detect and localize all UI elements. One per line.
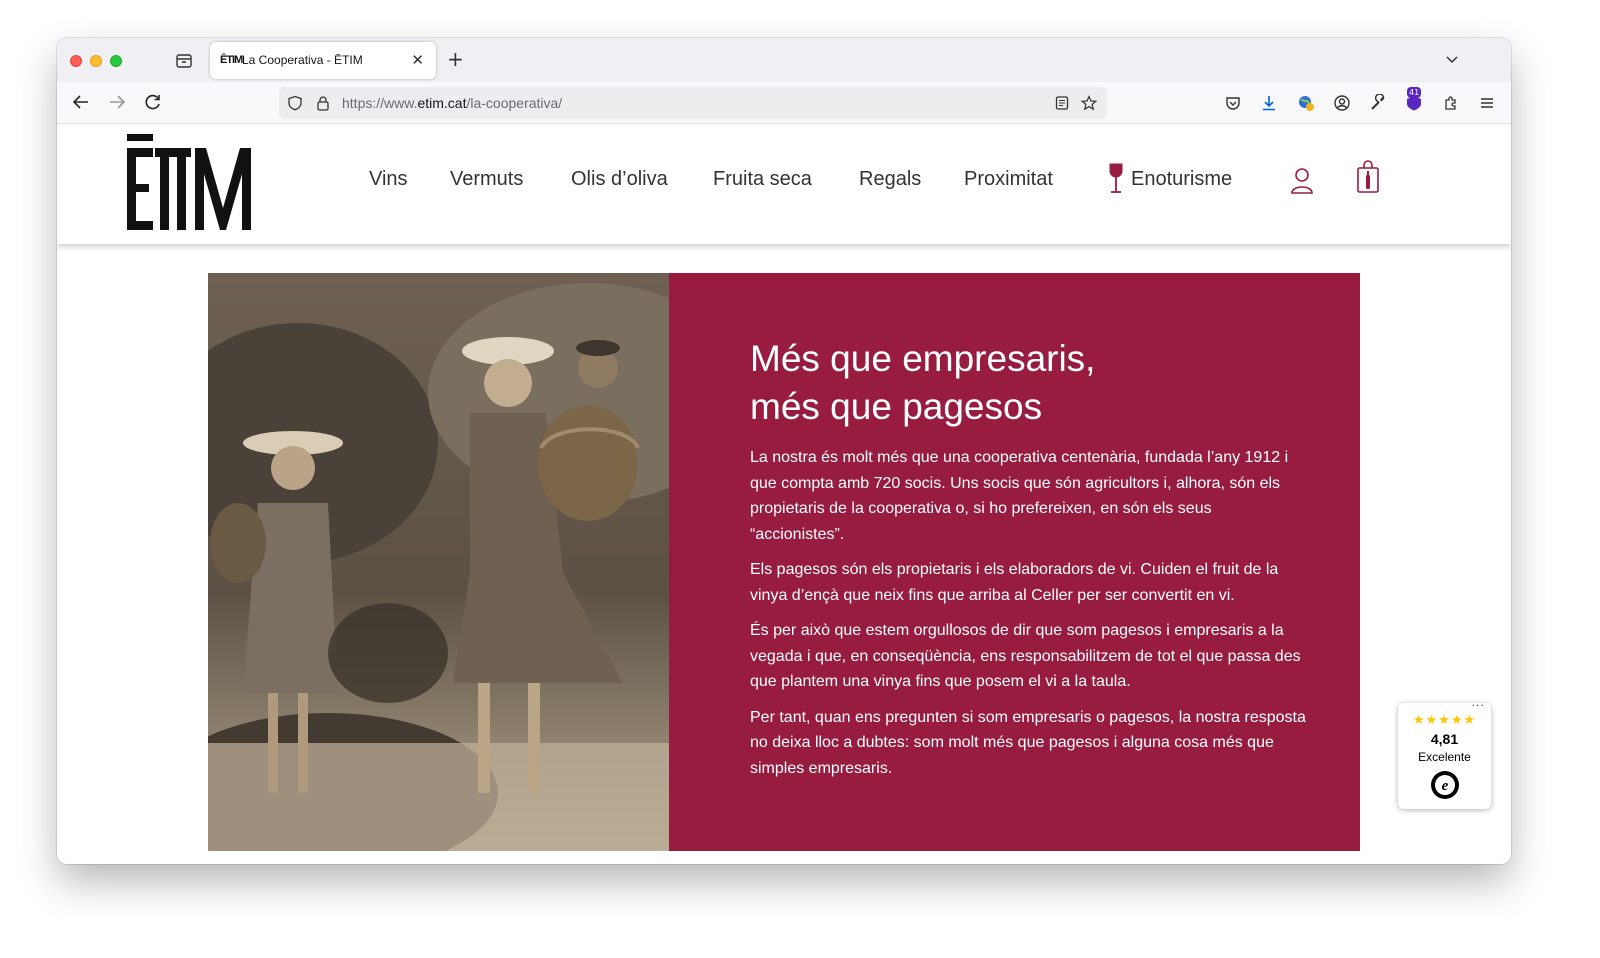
menu-item-fruita-seca[interactable]: Fruita seca: [713, 168, 812, 191]
trusted-shops-logo-icon: e: [1431, 771, 1459, 799]
menu-item-olis[interactable]: Olis d’oliva: [571, 168, 668, 191]
trusted-shops-badge[interactable]: ··· ★★★★★ 4,81 Excelente e: [1398, 699, 1491, 809]
hero-section: Més que empresaris, més que pagesos La n…: [208, 273, 1360, 851]
panel-title-line-2: més que pagesos: [750, 386, 1043, 427]
panel-title-line-1: Més que empresaris,: [750, 338, 1096, 379]
paragraph-1: La nostra és molt més que una cooperativ…: [750, 449, 1289, 543]
menu-item-regals[interactable]: Regals: [859, 168, 921, 191]
reload-icon[interactable]: [143, 92, 163, 112]
extension-globe-icon[interactable]: [1297, 94, 1315, 112]
cooperativa-panel: Més que empresaris, més que pagesos La n…: [669, 273, 1360, 851]
new-tab-button[interactable]: +: [447, 47, 464, 71]
paragraph-2: Els pagesos són els propietaris i els el…: [750, 561, 1279, 604]
tab-strip: ĒTIM La Cooperativa - ĒTIM ✕ +: [57, 38, 1511, 82]
pocket-icon[interactable]: [1224, 94, 1242, 112]
lock-icon[interactable]: [315, 95, 331, 111]
shopping-bag-icon[interactable]: [1356, 160, 1380, 194]
tab-title: La Cooperativa - ĒTIM: [242, 53, 363, 67]
url-bar[interactable]: https://www.etim.cat/la-cooperativa/: [279, 87, 1107, 119]
nav-toolbar: https://www.etim.cat/la-cooperativa/ 41: [57, 82, 1511, 124]
close-window-button[interactable]: [70, 55, 82, 67]
menu-item-enoturisme[interactable]: Enoturisme: [1131, 168, 1232, 191]
account-icon[interactable]: [1333, 94, 1351, 112]
maximize-window-button[interactable]: [110, 55, 122, 67]
bookmark-star-icon[interactable]: [1081, 95, 1097, 111]
browser-window: ĒTIM La Cooperativa - ĒTIM ✕ + https://w…: [57, 38, 1511, 864]
trust-menu-dots-icon[interactable]: ···: [1472, 699, 1486, 712]
forward-arrow-icon[interactable]: [107, 92, 127, 112]
back-arrow-icon[interactable]: [71, 92, 91, 112]
extensions-puzzle-icon[interactable]: [1442, 94, 1460, 112]
user-account-icon[interactable]: [1290, 167, 1314, 195]
tab-la-cooperativa[interactable]: ĒTIM La Cooperativa - ĒTIM ✕: [210, 42, 436, 79]
menu-item-proximitat[interactable]: Proximitat: [964, 168, 1053, 191]
tab-manager-icon[interactable]: [174, 51, 194, 71]
download-icon[interactable]: [1260, 94, 1278, 112]
menu-hamburger-icon[interactable]: [1478, 94, 1496, 112]
extension-badge: 41: [1407, 87, 1422, 98]
minimize-window-button[interactable]: [90, 55, 102, 67]
shield-icon[interactable]: [287, 95, 303, 111]
rating-stars-icon: ★★★★★: [1412, 713, 1477, 728]
web-page: Vins Vermuts Olis d’oliva Fruita seca Re…: [57, 124, 1511, 864]
url-text[interactable]: https://www.etim.cat/la-cooperativa/: [342, 95, 562, 111]
panel-title: Més que empresaris, més que pagesos: [750, 335, 1310, 431]
reader-view-icon[interactable]: [1054, 95, 1070, 111]
wine-glass-icon: [1109, 163, 1123, 193]
wrench-icon[interactable]: [1369, 94, 1387, 112]
menu-item-vins[interactable]: Vins: [369, 168, 408, 191]
etim-logo[interactable]: [127, 134, 251, 230]
paragraph-4: Per tant, quan ens pregunten si som empr…: [750, 708, 1306, 777]
vintage-harvest-photo: [208, 273, 669, 851]
tab-close-icon[interactable]: ✕: [411, 51, 424, 69]
rating-label: Excelente: [1418, 750, 1471, 764]
paragraph-3: És per això que estem orgullosos de dir …: [750, 622, 1301, 690]
menu-item-vermuts[interactable]: Vermuts: [450, 168, 523, 191]
tab-favicon: ĒTIM: [220, 54, 243, 66]
tab-list-chevron-icon[interactable]: [1445, 52, 1459, 66]
svg-text:e: e: [1442, 778, 1449, 794]
site-header: Vins Vermuts Olis d’oliva Fruita seca Re…: [57, 124, 1511, 244]
panel-body: La nostra és molt més que una cooperativ…: [750, 445, 1306, 791]
rating-score: 4,81: [1430, 731, 1459, 747]
